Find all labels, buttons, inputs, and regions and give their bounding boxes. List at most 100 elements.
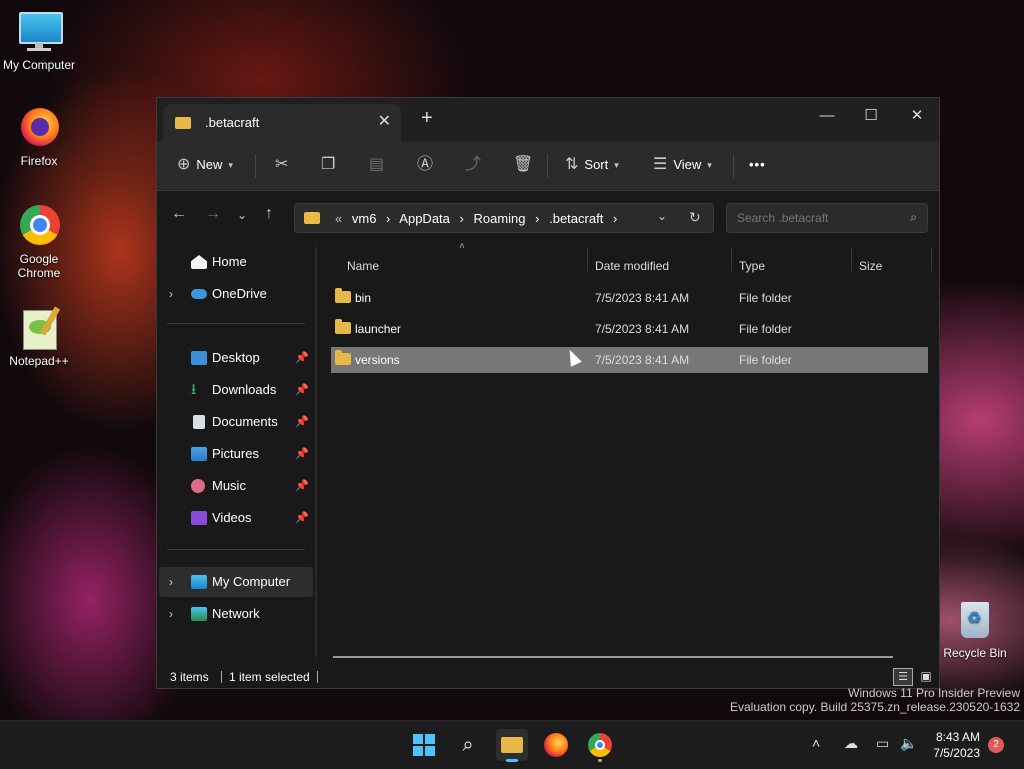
sort-button[interactable]: ⇅ Sort ▾ [565, 152, 619, 178]
computer-icon [191, 575, 207, 589]
file-row[interactable]: bin 7/5/2023 8:41 AM File folder [331, 285, 928, 311]
sort-icon: ⇅ [565, 156, 579, 173]
recent-locations-chevron-icon[interactable]: ⌄ [237, 208, 247, 222]
expand-chevron-icon[interactable]: › [169, 599, 173, 629]
breadcrumb-separator[interactable]: › [386, 211, 390, 226]
desktop-icon-label: Notepad++ [9, 354, 69, 368]
notification-badge[interactable]: 2 [988, 737, 1004, 753]
maximize-button[interactable]: ☐ [849, 102, 893, 130]
horizontal-scrollbar[interactable] [333, 656, 893, 658]
column-header-date-modified[interactable]: Date modified [595, 251, 669, 281]
nav-item-home[interactable]: Home [159, 247, 313, 277]
share-button[interactable]: ⤴ [465, 152, 481, 178]
rename-button[interactable]: Ⓐ [417, 152, 433, 178]
column-divider[interactable] [931, 247, 932, 271]
desktop-icon-notepad-plus-plus[interactable]: Notepad++ [1, 306, 77, 368]
breadcrumb-item-betacraft[interactable]: .betacraft [549, 211, 603, 226]
details-view-icon[interactable]: ☰ [893, 668, 913, 686]
breadcrumb-overflow[interactable]: « [335, 211, 342, 226]
copy-button[interactable]: ❐ [321, 152, 335, 178]
breadcrumb-item-appdata[interactable]: AppData [399, 211, 450, 226]
search-box[interactable]: ⌕ [726, 203, 928, 233]
breadcrumb: « vm6 › AppData › Roaming › .betacraft › [335, 211, 623, 226]
breadcrumb-item-roaming[interactable]: Roaming [473, 211, 525, 226]
paste-button[interactable]: ▤ [369, 152, 384, 178]
back-arrow-icon[interactable]: ← [171, 205, 187, 223]
onedrive-offline-icon[interactable]: ☁ [844, 735, 858, 752]
folder-icon [335, 350, 351, 365]
breadcrumb-separator[interactable]: › [460, 211, 464, 226]
close-tab-icon[interactable]: ✕ [378, 111, 391, 131]
file-explorer-window: .betacraft ✕ + — ☐ ✕ ⊕ New ▾ ✂ ❐ ▤ Ⓐ ⤴ 🗑… [156, 97, 940, 689]
cut-button[interactable]: ✂ [275, 152, 288, 178]
network-icon[interactable]: ▭ [876, 735, 889, 752]
new-button[interactable]: ⊕ New ▾ [177, 152, 233, 178]
desktop-icon-google-chrome[interactable]: Google Chrome [1, 204, 77, 284]
column-divider[interactable] [851, 247, 852, 271]
column-header-name[interactable]: Name [347, 251, 379, 281]
nav-item-my-computer[interactable]: › My Computer [159, 567, 313, 597]
new-label: New [196, 157, 223, 172]
file-date: 7/5/2023 8:41 AM [595, 353, 690, 367]
address-bar[interactable]: « vm6 › AppData › Roaming › .betacraft ›… [294, 203, 714, 233]
up-arrow-icon[interactable]: ↑ [265, 205, 273, 223]
expand-chevron-icon[interactable]: › [169, 567, 173, 597]
column-header-size[interactable]: Size [859, 251, 882, 281]
column-divider[interactable] [731, 247, 732, 271]
firefox-icon [544, 733, 568, 757]
minimize-button[interactable]: — [805, 102, 849, 130]
tab-label: .betacraft [205, 115, 260, 130]
nav-item-onedrive[interactable]: › OneDrive [159, 279, 313, 309]
address-row: ← → ⌄ ↑ « vm6 › AppData › Roaming › .bet… [157, 191, 939, 247]
desktop-icon-firefox[interactable]: Firefox [1, 106, 77, 168]
breadcrumb-separator[interactable]: › [613, 211, 617, 226]
nav-item-desktop[interactable]: Desktop 📌 [159, 343, 313, 373]
desktop-icon-label: Firefox [20, 154, 58, 168]
start-button[interactable] [408, 729, 440, 761]
nav-item-downloads[interactable]: ⭳ Downloads 📌 [159, 375, 313, 405]
network-icon [191, 607, 207, 621]
plus-circle-icon: ⊕ [177, 156, 191, 173]
nav-item-documents[interactable]: Documents 📌 [159, 407, 313, 437]
nav-item-videos[interactable]: Videos 📌 [159, 503, 313, 533]
pane-splitter[interactable] [315, 247, 317, 657]
column-header-type[interactable]: Type [739, 251, 765, 281]
desktop-icon-recycle-bin[interactable]: ♻ Recycle Bin [937, 598, 1013, 660]
column-divider[interactable] [587, 247, 588, 271]
close-button[interactable]: ✕ [895, 102, 939, 130]
forward-arrow-icon[interactable]: → [205, 205, 221, 223]
new-tab-button[interactable]: + [421, 107, 433, 130]
share-icon: ⤴ [465, 156, 482, 173]
see-more-button[interactable]: ••• [749, 152, 766, 178]
windows-watermark: Windows 11 Pro Insider Preview Evaluatio… [730, 686, 1020, 714]
show-hidden-icons-chevron-icon[interactable]: ˄ [812, 735, 820, 751]
nav-divider [167, 323, 305, 324]
expand-chevron-icon[interactable]: › [169, 279, 173, 309]
nav-item-music[interactable]: Music 📌 [159, 471, 313, 501]
breadcrumb-separator[interactable]: › [535, 211, 539, 226]
clipboard-icon: ▤ [369, 156, 385, 173]
tiles-view-icon[interactable]: ▣ [917, 668, 935, 684]
chevron-down-icon: ▾ [707, 160, 712, 170]
status-divider [317, 671, 318, 683]
file-row-selected[interactable]: versions 7/5/2023 8:41 AM File folder [331, 347, 928, 373]
file-explorer-taskbar-button[interactable] [496, 729, 528, 762]
view-button[interactable]: ☰ View ▾ [653, 152, 712, 178]
chrome-taskbar-button[interactable] [584, 729, 616, 762]
volume-icon[interactable]: 🔈 [900, 735, 917, 752]
search-taskbar-button[interactable]: ⌕ [452, 729, 484, 761]
breadcrumb-item-vm6[interactable]: vm6 [352, 211, 377, 226]
sort-indicator-icon: ˄ [459, 241, 465, 252]
nav-item-network[interactable]: › Network [159, 599, 313, 629]
tab-betacraft[interactable]: .betacraft ✕ [163, 104, 401, 142]
nav-item-pictures[interactable]: Pictures 📌 [159, 439, 313, 469]
desktop-icon-my-computer[interactable]: My Computer [1, 10, 77, 72]
file-row[interactable]: launcher 7/5/2023 8:41 AM File folder [331, 316, 928, 342]
delete-button[interactable]: 🗑 [513, 152, 533, 178]
file-type: File folder [739, 353, 792, 367]
address-history-chevron-icon[interactable]: ⌄ [657, 209, 667, 223]
firefox-taskbar-button[interactable] [540, 729, 572, 761]
clock[interactable]: 8:43 AM 7/5/2023 [933, 729, 980, 761]
search-input[interactable] [735, 210, 899, 226]
refresh-icon[interactable]: ↻ [689, 209, 701, 226]
